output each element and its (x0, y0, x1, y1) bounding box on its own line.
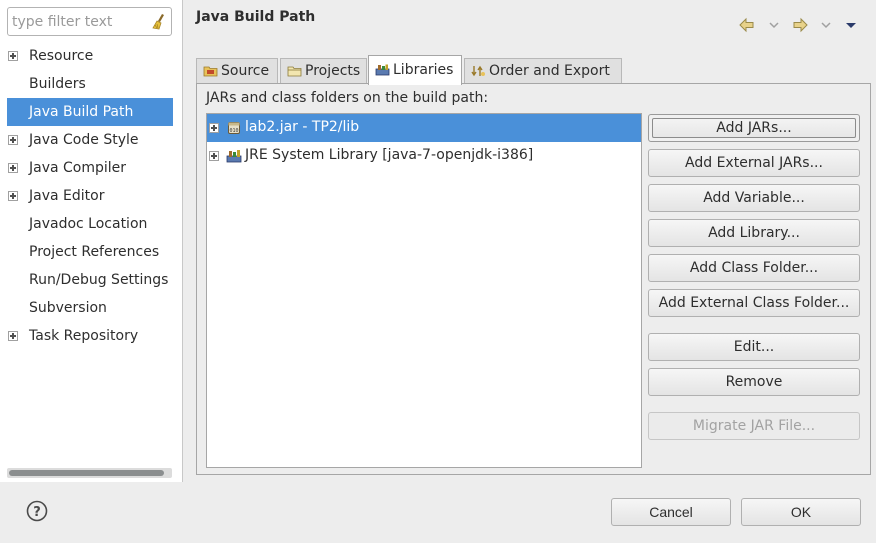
tab-label: Source (221, 63, 270, 79)
sidebar-item-javadoc-location[interactable]: Javadoc Location (0, 210, 183, 238)
expand-icon[interactable] (209, 123, 219, 133)
tab-label: Order and Export (489, 63, 610, 79)
sidebar-item-java-build-path[interactable]: Java Build Path (7, 98, 173, 126)
sidebar-item-label: Project References (29, 244, 160, 260)
preferences-tree: Resource Builders Java Build Path Java C… (0, 42, 183, 350)
library-icon (226, 150, 242, 163)
list-item-label: JRE System Library [java-7-openjdk-i386] (245, 147, 534, 163)
libraries-icon (375, 64, 390, 76)
sidebar-item-label: Builders (29, 76, 86, 92)
sidebar-horizontal-scrollbar[interactable] (7, 468, 172, 478)
add-library-button[interactable]: Add Library... (648, 219, 860, 247)
libraries-panel: JARs and class folders on the build path… (196, 83, 871, 475)
sidebar-item-label: Run/Debug Settings (29, 272, 169, 288)
page-title: Java Build Path (196, 9, 316, 25)
sidebar-item-java-code-style[interactable]: Java Code Style (0, 126, 183, 154)
sidebar-item-project-references[interactable]: Project References (0, 238, 183, 266)
list-item-lab2-jar[interactable]: 010 lab2.jar - TP2/lib (207, 114, 641, 142)
scrollbar-thumb[interactable] (9, 470, 164, 476)
help-icon[interactable]: ? (26, 500, 48, 522)
sidebar-item-label: Subversion (29, 300, 107, 316)
menu-triangle-icon[interactable] (844, 14, 858, 40)
list-item-label: lab2.jar - TP2/lib (245, 119, 360, 135)
forward-arrow-icon[interactable] (791, 14, 809, 40)
sidebar-item-label: Resource (29, 48, 94, 64)
migrate-jar-button[interactable]: Migrate JAR File... (648, 412, 860, 440)
add-variable-button[interactable]: Add Variable... (648, 184, 860, 212)
source-folder-icon (203, 66, 218, 77)
chevron-down-icon[interactable] (820, 14, 832, 40)
jar-icon: 010 (228, 122, 240, 134)
sidebar-item-label: Javadoc Location (29, 216, 148, 232)
sidebar-item-run-debug-settings[interactable]: Run/Debug Settings (0, 266, 183, 294)
preferences-sidebar: Resource Builders Java Build Path Java C… (0, 0, 183, 482)
expand-icon[interactable] (8, 191, 18, 201)
filter-input[interactable] (8, 8, 143, 35)
add-jars-button[interactable]: Add JARs... (648, 114, 860, 142)
sidebar-item-task-repository[interactable]: Task Repository (0, 322, 183, 350)
expand-icon[interactable] (209, 151, 219, 161)
tab-projects[interactable]: Projects (280, 58, 367, 84)
remove-button[interactable]: Remove (648, 368, 860, 396)
sidebar-item-label: Java Editor (29, 188, 105, 204)
sidebar-item-java-editor[interactable]: Java Editor (0, 182, 183, 210)
expand-icon[interactable] (8, 51, 18, 61)
sidebar-item-label: Java Build Path (29, 104, 134, 120)
sidebar-item-label: Task Repository (29, 328, 139, 344)
add-external-jars-button[interactable]: Add External JARs... (648, 149, 860, 177)
tab-order-and-export[interactable]: Order and Export (464, 58, 622, 84)
expand-icon[interactable] (8, 135, 18, 145)
tab-label: Libraries (393, 62, 454, 78)
expand-icon[interactable] (8, 331, 18, 341)
svg-text:?: ? (33, 505, 41, 520)
edit-button[interactable]: Edit... (648, 333, 860, 361)
filter-box (7, 7, 172, 36)
projects-folder-icon (287, 66, 302, 77)
add-class-folder-button[interactable]: Add Class Folder... (648, 254, 860, 282)
sidebar-item-java-compiler[interactable]: Java Compiler (0, 154, 183, 182)
svg-text:010: 010 (229, 128, 238, 134)
order-export-icon (471, 65, 485, 77)
chevron-down-icon[interactable] (768, 14, 780, 40)
sidebar-item-label: Java Code Style (29, 132, 139, 148)
build-path-entries-list[interactable]: 010 lab2.jar - TP2/lib JRE System Librar… (206, 113, 642, 468)
sidebar-item-label: Java Compiler (29, 160, 127, 176)
tab-label: Projects (305, 63, 361, 79)
tab-libraries[interactable]: Libraries (368, 55, 462, 85)
tab-source[interactable]: Source (196, 58, 278, 84)
expand-icon[interactable] (8, 163, 18, 173)
panel-description: JARs and class folders on the build path… (206, 90, 489, 106)
ok-button[interactable]: OK (741, 498, 861, 526)
broom-icon[interactable] (151, 13, 167, 30)
list-item-jre-system-library[interactable]: JRE System Library [java-7-openjdk-i386] (207, 142, 641, 170)
cancel-button[interactable]: Cancel (611, 498, 731, 526)
sidebar-item-resource[interactable]: Resource (0, 42, 183, 70)
sidebar-item-builders[interactable]: Builders (0, 70, 183, 98)
sidebar-item-subversion[interactable]: Subversion (0, 294, 183, 322)
back-arrow-icon[interactable] (738, 14, 756, 40)
add-external-class-folder-button[interactable]: Add External Class Folder... (648, 289, 860, 317)
